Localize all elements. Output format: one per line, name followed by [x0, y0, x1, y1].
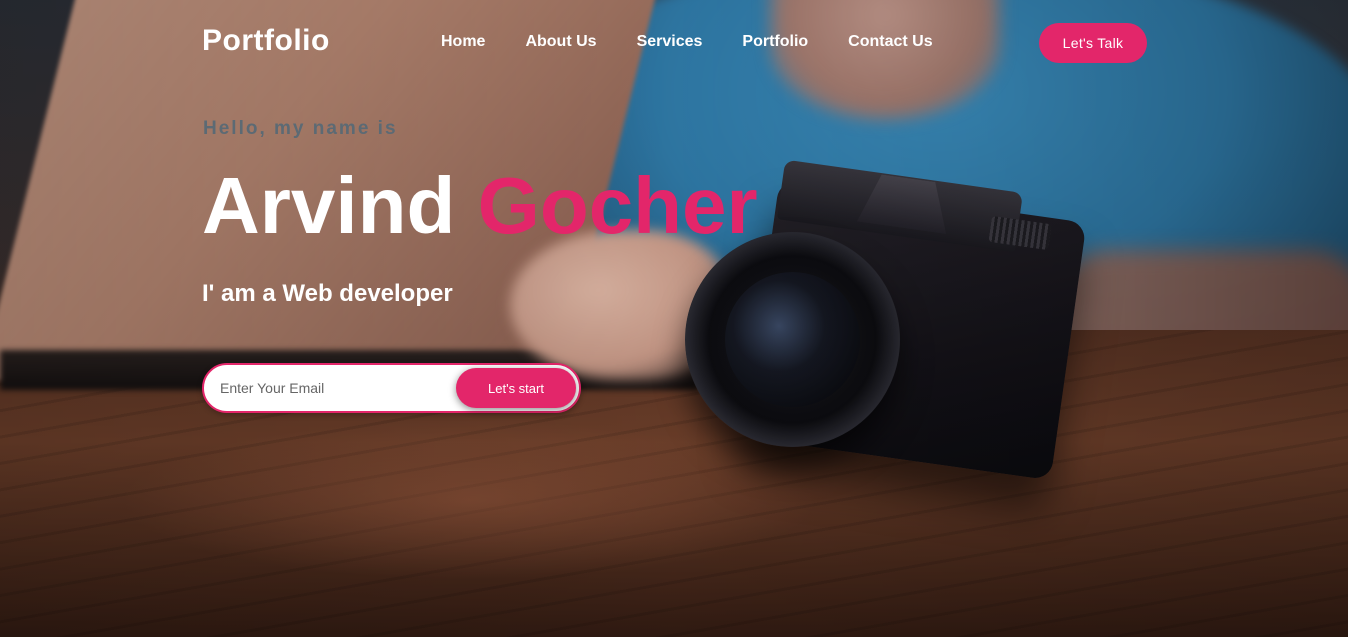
email-signup-form: Let's start [202, 363, 581, 413]
hero-background-image [0, 0, 1348, 637]
hero-role: I' am a Web developer [202, 280, 453, 307]
site-logo[interactable]: Portfolio [202, 24, 330, 58]
hero-last-name: Gocher [477, 161, 758, 250]
nav-link-home[interactable]: Home [441, 33, 485, 51]
nav-link-portfolio[interactable]: Portfolio [742, 33, 808, 51]
hero-name: Arvind Gocher [202, 166, 758, 246]
nav-link-about-us[interactable]: About Us [525, 33, 596, 51]
nav-links: Home About Us Services Portfolio Contact… [441, 33, 973, 51]
hero-first-name: Arvind [202, 161, 456, 250]
hero-greeting: Hello, my name is [203, 118, 398, 139]
top-navigation: Portfolio Home About Us Services Portfol… [0, 0, 1348, 86]
email-input[interactable] [204, 365, 456, 411]
lets-start-button[interactable]: Let's start [456, 368, 576, 408]
lets-talk-button[interactable]: Let's Talk [1039, 23, 1147, 63]
nav-link-contact-us[interactable]: Contact Us [848, 33, 932, 51]
nav-link-services[interactable]: Services [637, 33, 703, 51]
